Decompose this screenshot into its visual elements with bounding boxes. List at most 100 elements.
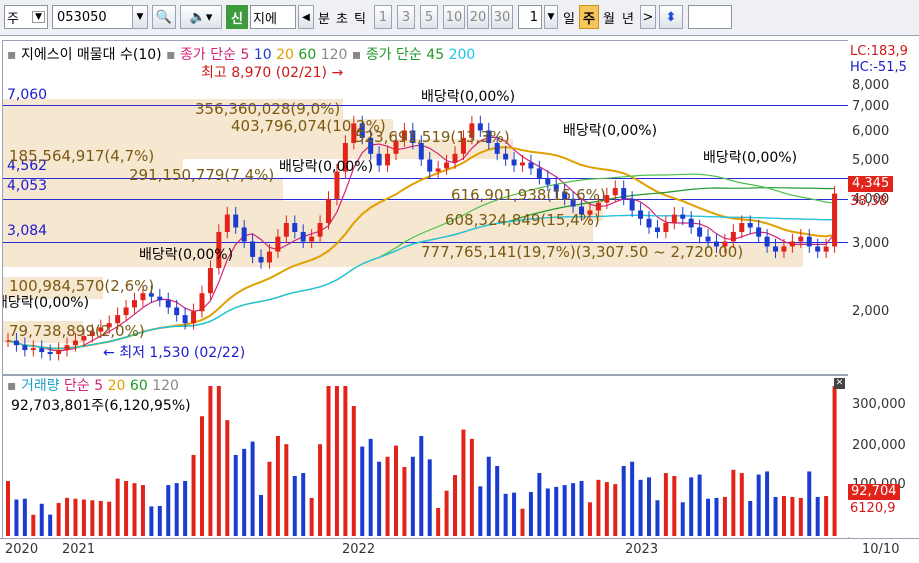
period-week[interactable]: 주	[579, 5, 599, 29]
price-chart-area[interactable]: ▪ 지에스이 매물대 수(10) ▪ 종가 단순 5 10 20 60 120 …	[2, 40, 849, 375]
dividend-label: 배당락(0,00%)	[139, 247, 234, 263]
count-input[interactable]: 1	[518, 5, 542, 29]
close-icon[interactable]: ✕	[834, 378, 845, 389]
volume-bar	[773, 496, 778, 536]
search-button[interactable]: 🔍	[152, 5, 176, 29]
period-label: 주	[583, 11, 595, 27]
next-button[interactable]: >	[640, 5, 656, 29]
candle-body	[207, 268, 213, 294]
candle-body	[823, 246, 829, 252]
candle-body	[629, 198, 635, 211]
interval-3[interactable]: 3	[397, 5, 415, 29]
period-year[interactable]: 년	[619, 5, 637, 29]
candle-body	[832, 193, 838, 247]
x-tick: 2023	[625, 542, 659, 557]
volume-bar	[453, 475, 458, 536]
volume-bar	[815, 496, 820, 536]
volume-bar	[596, 479, 601, 536]
volume-bar	[697, 474, 702, 536]
legend-ma-45: 45	[426, 47, 445, 63]
volume-bar	[537, 473, 542, 536]
period-day[interactable]: 일	[560, 5, 578, 29]
volume-bar	[562, 485, 567, 536]
interval-minute[interactable]: 분	[315, 5, 333, 29]
interval-30[interactable]: 30	[491, 5, 513, 29]
volume-bar	[351, 406, 356, 536]
vol-y-tick: 200,000	[852, 438, 906, 453]
current-volume-badge: 92,704	[848, 484, 900, 500]
candle-body	[13, 340, 19, 346]
volume-profile-label: 79,738,899(2,0%)	[9, 322, 145, 340]
candle-body	[233, 214, 239, 228]
volume-profile-label: 291,150,779(7,4%)	[129, 166, 275, 184]
volume-bar	[56, 502, 61, 536]
candle-body	[123, 307, 129, 316]
volume-bar	[166, 485, 171, 536]
volume-bar	[233, 454, 238, 536]
candle-body	[72, 340, 78, 346]
candle-body	[385, 153, 391, 166]
candle-body	[30, 348, 36, 351]
volume-bar	[579, 481, 584, 536]
extra-input[interactable]	[688, 5, 732, 29]
volume-bar	[250, 441, 255, 536]
candle-body	[132, 300, 138, 308]
volume-summary: 92,703,801주(6,120,95%)	[11, 398, 191, 414]
low-marker: ← 최저 1,530 (02/22)	[103, 345, 245, 361]
legend-ma-20: 20	[276, 47, 294, 63]
high-marker: 최고 8,970 (02/21) →	[201, 65, 343, 81]
legend-ma-200: 200	[448, 47, 476, 63]
volume-profile-label: 616,901,938(15,6%)	[451, 186, 606, 204]
volume-bar	[486, 456, 491, 536]
volume-bar	[385, 456, 390, 536]
volume-bar	[65, 497, 70, 536]
volume-bar	[512, 492, 517, 536]
current-price-badge: 4,345	[848, 176, 894, 192]
lc-value: LC:183,9	[850, 44, 908, 59]
candle-body	[22, 345, 28, 351]
volume-bar	[630, 461, 635, 536]
chevron-down-icon: ▼	[136, 12, 144, 22]
interval-second[interactable]: 초	[333, 5, 351, 29]
stock-name-field[interactable]: 지에	[250, 5, 296, 29]
candle-body	[250, 241, 256, 257]
candle-body	[663, 223, 669, 232]
interval-20[interactable]: 20	[467, 5, 489, 29]
legend-ma2-label: 종가 단순	[365, 47, 422, 63]
candle-body	[705, 236, 711, 242]
volume-bar	[368, 438, 373, 536]
volume-bar	[107, 501, 112, 536]
volume-bar	[402, 466, 407, 536]
volume-profile-label: 100,984,570(2,6%)	[9, 277, 155, 295]
period-month[interactable]: 월	[600, 5, 618, 29]
period-dropdown[interactable]: 주 ▼	[4, 5, 48, 29]
sort-updown-button[interactable]: ⬍	[659, 5, 683, 29]
code-dropdown-button[interactable]: ▼	[132, 5, 148, 29]
period-label: 년	[622, 11, 634, 27]
volume-bar	[621, 466, 626, 536]
volume-chart-area[interactable]: ▪ 거래량 단순 5 20 60 120 92,703,801주(6,120,9…	[2, 375, 849, 539]
volume-bar	[790, 496, 795, 536]
candle-body	[688, 218, 694, 228]
volume-bar	[393, 445, 398, 536]
interval-10[interactable]: 10	[443, 5, 465, 29]
volume-bar	[191, 454, 196, 536]
interval-1[interactable]: 1	[374, 5, 392, 29]
volume-profile-label: 356,360,028(9,0%)	[195, 100, 341, 118]
volume-bar	[503, 493, 508, 536]
volume-bar	[31, 514, 36, 536]
candle-body	[292, 223, 298, 232]
interval-label: 20	[469, 9, 487, 25]
prev-button[interactable]: ◀	[298, 5, 314, 29]
sound-button[interactable]: 🔈▾	[180, 5, 222, 29]
interval-5[interactable]: 5	[420, 5, 438, 29]
volume-bar	[334, 386, 339, 536]
toolbar: 주 ▼ 053050 ▼ 🔍 🔈▾ 신 지에 ◀ 분 초 틱 1 3 5 10 …	[0, 0, 919, 36]
candle-body	[638, 210, 644, 219]
volume-bar	[284, 444, 289, 536]
count-dropdown[interactable]: ▼	[544, 5, 558, 29]
candle-body	[798, 236, 804, 242]
interval-tick[interactable]: 틱	[351, 5, 369, 29]
volume-bar	[731, 469, 736, 536]
volume-bar	[587, 502, 592, 536]
